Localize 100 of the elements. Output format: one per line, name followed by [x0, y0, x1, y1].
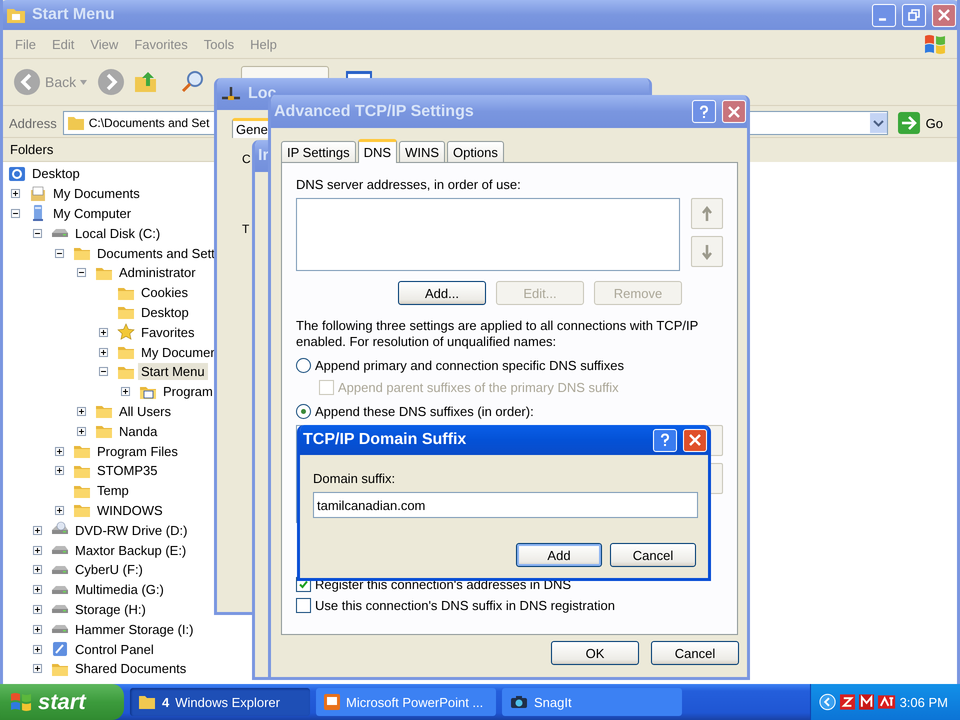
folder-tree-item[interactable]: Program Files: [94, 442, 181, 460]
dialog-button[interactable]: Add...: [398, 281, 486, 305]
expand-toggle[interactable]: [33, 624, 42, 634]
close-button[interactable]: [722, 100, 746, 123]
folder-tree-item[interactable]: Shared Documents: [72, 660, 190, 678]
help-button[interactable]: [692, 100, 716, 123]
expand-toggle[interactable]: [55, 466, 64, 476]
folder-tree-item[interactable]: Control Panel: [72, 640, 157, 658]
expand-toggle[interactable]: [33, 565, 42, 574]
folder-tree-item[interactable]: STOMP35: [94, 462, 160, 480]
restore-button[interactable]: [902, 4, 926, 26]
radio-button[interactable]: [296, 404, 311, 418]
start-button[interactable]: start: [0, 684, 124, 720]
expand-toggle[interactable]: [55, 446, 64, 456]
field-label: C: [242, 152, 251, 166]
folder-tree-item[interactable]: DVD-RW Drive (D:): [72, 522, 190, 539]
tab[interactable]: IP Settings: [281, 141, 356, 162]
folder-tree-item[interactable]: My Documents: [50, 185, 143, 202]
folder-icon: [66, 115, 85, 131]
dialog-title: Ir: [258, 147, 269, 165]
server-list[interactable]: [296, 198, 680, 271]
expand-toggle[interactable]: [33, 526, 42, 535]
tab[interactable]: Options: [447, 141, 504, 162]
folders-pane-title: Folders: [10, 142, 54, 157]
tab[interactable]: WINS: [399, 141, 446, 162]
expand-toggle[interactable]: [99, 348, 108, 357]
help-button[interactable]: [653, 428, 677, 452]
expand-toggle[interactable]: [33, 604, 42, 614]
address-label: Address: [9, 116, 57, 130]
collapse-toggle[interactable]: [77, 268, 86, 278]
expand-toggle[interactable]: [121, 387, 130, 396]
taskbar-button[interactable]: Microsoft PowerPoint ...: [316, 688, 496, 716]
option-label: Append primary and connection specific DNS suffixes: [315, 358, 624, 372]
folder-icon: [6, 6, 26, 24]
folder-tree-item[interactable]: Temp: [94, 482, 132, 500]
tray-app-icon[interactable]: [859, 694, 874, 710]
close-button[interactable]: [683, 428, 707, 452]
control-panel-icon: [51, 640, 69, 658]
expand-toggle[interactable]: [33, 664, 42, 674]
folder-tree-item[interactable]: Multimedia (G:): [72, 581, 167, 598]
folder-tree-item[interactable]: Desktop: [29, 165, 83, 182]
list-label: DNS server addresses, in order of use:: [296, 177, 522, 192]
folder-icon: [138, 694, 156, 710]
folder-tree-item[interactable]: All Users: [116, 402, 174, 420]
folder-tree-item[interactable]: Local Disk (C:): [72, 224, 164, 242]
dialog-button[interactable]: OK: [551, 641, 639, 665]
dialog-button[interactable]: Add: [516, 543, 602, 567]
network-icon: [220, 85, 242, 103]
folder-tree-item[interactable]: Storage (H:): [72, 600, 149, 618]
move-down-button[interactable]: [691, 236, 723, 267]
dialog-title: Advanced TCP/IP Settings: [274, 102, 474, 120]
folder-tree-item[interactable]: Administrator: [116, 264, 199, 282]
description-text: The following three settings are applied to all connections with TCP/IP enabled. For resolution of unqualified names:: [296, 318, 700, 350]
tray-app-icon[interactable]: [878, 695, 896, 709]
folder-tree-item[interactable]: Nanda: [116, 422, 160, 440]
radio-button[interactable]: [296, 358, 311, 372]
collapse-toggle[interactable]: [11, 208, 20, 218]
close-button[interactable]: [932, 4, 956, 26]
expand-toggle[interactable]: [33, 644, 42, 654]
expand-toggle[interactable]: [77, 426, 86, 436]
collapse-toggle[interactable]: [99, 367, 108, 376]
help-icon: [658, 433, 672, 447]
dialog-button[interactable]: Cancel: [610, 543, 696, 567]
folder-tree-item[interactable]: Start Menu: [138, 363, 208, 380]
folder-tree-item[interactable]: My Computer: [50, 204, 134, 222]
collapse-toggle[interactable]: [55, 248, 64, 258]
move-up-button[interactable]: [691, 198, 723, 229]
taskbar-button[interactable]: SnagIt: [502, 688, 682, 716]
chevron-left-icon[interactable]: [819, 693, 836, 711]
folder-tree-item[interactable]: Favorites: [138, 324, 198, 341]
taskbar-button[interactable]: 4 Windows Explorer: [130, 688, 310, 716]
expand-toggle[interactable]: [33, 585, 42, 594]
collapse-toggle[interactable]: [33, 228, 42, 238]
expand-toggle[interactable]: [55, 506, 64, 515]
window-title: Start Menu: [32, 6, 115, 24]
go-button[interactable]: Go: [894, 112, 951, 134]
tab[interactable]: DNS: [358, 139, 398, 163]
checkbox[interactable]: [296, 598, 311, 612]
folder-tree-item[interactable]: Desktop: [138, 304, 192, 321]
folder-tree-item[interactable]: Hammer Storage (I:): [72, 620, 196, 638]
tray-app-icon[interactable]: [840, 694, 856, 710]
expand-toggle[interactable]: [99, 328, 108, 337]
arrow-down-icon: [701, 244, 713, 260]
folder-tree-item[interactable]: Cookies: [138, 284, 191, 302]
expand-toggle[interactable]: [33, 546, 42, 555]
domain-suffix-field[interactable]: tamilcanadian.com: [313, 492, 698, 518]
folder-tree-item[interactable]: Program: [160, 383, 216, 400]
close-icon: [937, 8, 951, 22]
dialog-button[interactable]: Cancel: [651, 641, 739, 665]
minimize-button[interactable]: [872, 4, 896, 26]
folder-tree-item[interactable]: CyberU (F:): [72, 561, 146, 578]
expand-toggle[interactable]: [11, 189, 20, 198]
folder-tree-item[interactable]: Documents and Sett: [94, 244, 218, 262]
folder-tree-item[interactable]: My Documer: [138, 344, 218, 361]
search-icon[interactable]: [179, 69, 206, 95]
help-icon: [697, 104, 711, 118]
expand-toggle[interactable]: [77, 406, 86, 416]
folder-tree-item[interactable]: WINDOWS: [94, 502, 166, 519]
dropdown-arrow-icon: [80, 80, 88, 84]
folder-tree-item[interactable]: Maxtor Backup (E:): [72, 542, 190, 559]
